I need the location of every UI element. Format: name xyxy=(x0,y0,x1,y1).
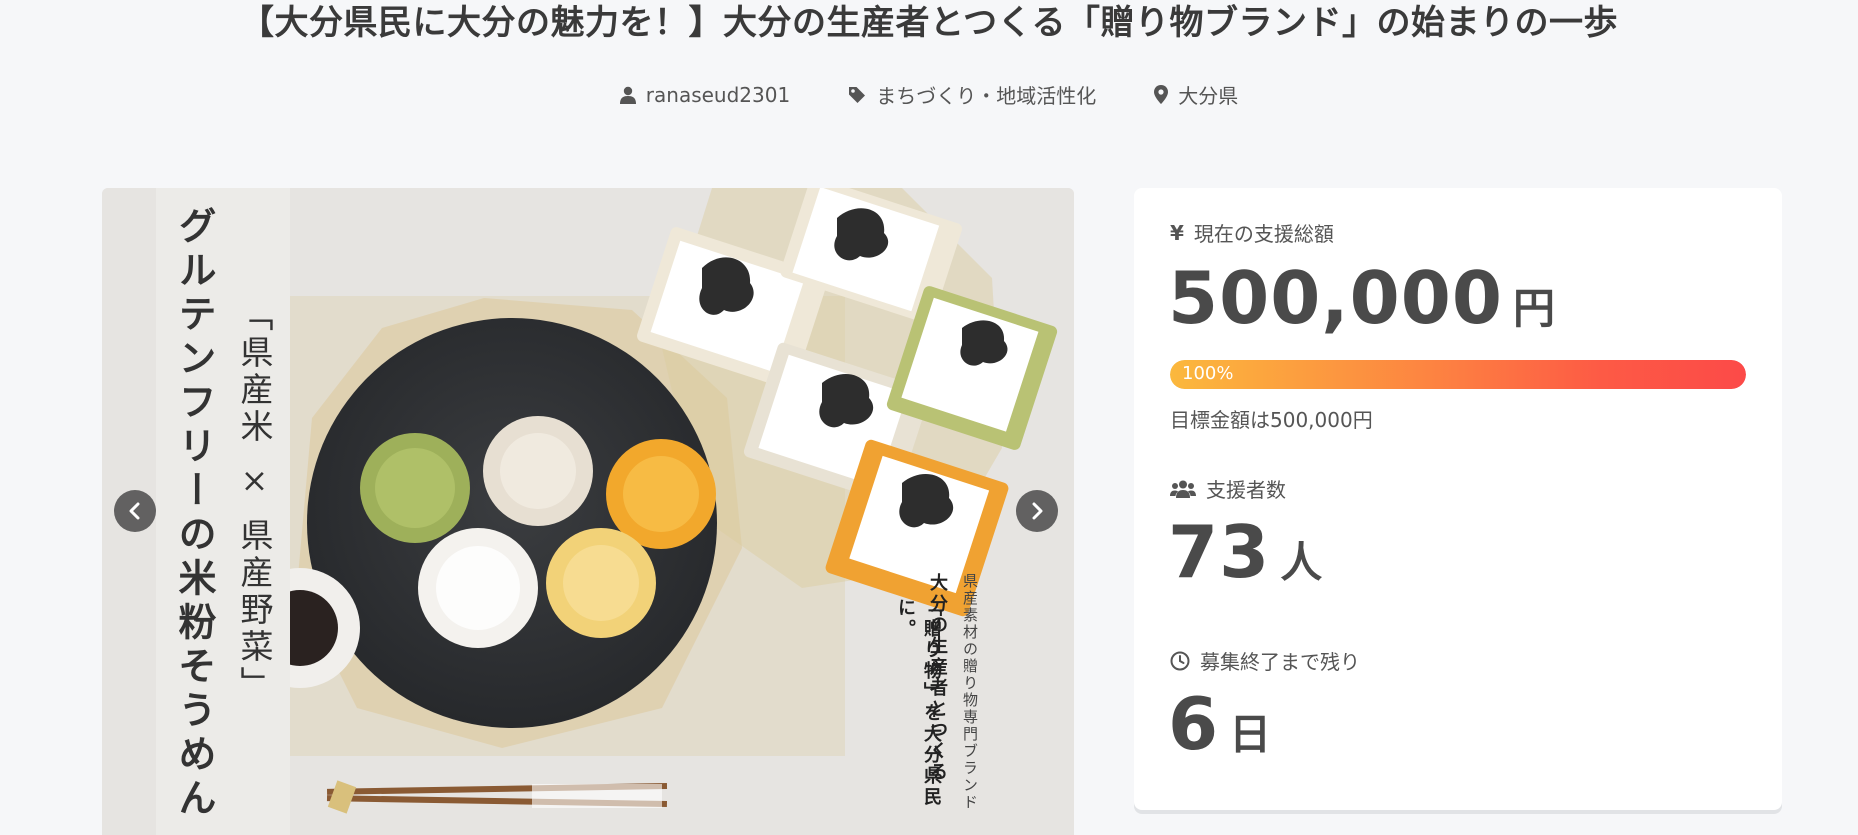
remaining-label: 募集終了まで残り xyxy=(1200,650,1360,674)
total-amount-value-row: 500,000 円 xyxy=(1168,256,1555,340)
remaining-label-row: 募集終了まで残り xyxy=(1170,646,1360,675)
total-amount-label: 現在の支援総額 xyxy=(1193,222,1334,246)
carousel-prev-button[interactable] xyxy=(114,490,156,532)
chevron-right-icon xyxy=(1032,502,1043,520)
backers-unit: 人 xyxy=(1280,538,1323,587)
total-amount-label-row: ¥ 現在の支援総額 xyxy=(1170,218,1334,247)
funding-progress-bar: 100% xyxy=(1170,360,1746,389)
location-name: 大分県 xyxy=(1178,84,1239,108)
remaining-unit: 日 xyxy=(1229,710,1272,759)
image-title-text: グルテンフリーの米粉そうめん xyxy=(172,206,217,822)
user-icon xyxy=(619,86,636,104)
funding-progress-fill xyxy=(1170,360,1746,389)
total-amount-unit: 円 xyxy=(1512,284,1555,333)
author-name: ranaseud2301 xyxy=(645,82,791,107)
clock-icon xyxy=(1170,651,1190,670)
yen-icon: ¥ xyxy=(1170,220,1184,245)
location-link[interactable]: 大分県 xyxy=(1154,80,1238,109)
funding-progress-text: 100% xyxy=(1182,363,1234,384)
tag-icon xyxy=(849,86,866,103)
image-subtitle-text: 「県産米 × 県産野菜」 xyxy=(235,298,274,703)
carousel-next-button[interactable] xyxy=(1016,490,1058,532)
chevron-left-icon xyxy=(129,502,140,520)
author-link[interactable]: ranaseud2301 xyxy=(619,80,791,109)
backers-label-row: 支援者数 xyxy=(1170,474,1286,503)
total-amount-value: 500,000 xyxy=(1168,256,1503,340)
image-brand-tag: 県産素材の贈り物専門ブランド xyxy=(961,573,979,811)
page-title: 【大分県民に大分の魅力を！】大分の生産者とつくる「贈り物ブランド」の始まりの一歩 xyxy=(240,3,1618,43)
project-image-carousel[interactable]: グルテンフリーの米粉そうめん 「県産米 × 県産野菜」 県産素材の贈り物専門ブラ… xyxy=(102,188,1074,835)
users-icon xyxy=(1170,480,1196,498)
project-meta: ranaseud2301 まちづくり・地域活性化 大分県 xyxy=(0,80,1858,109)
funding-stats-card: ¥ 現在の支援総額 500,000 円 100% 目標金額は500,000円 支… xyxy=(1134,188,1782,810)
remaining-value-row: 6 日 xyxy=(1168,682,1271,766)
location-pin-icon xyxy=(1154,85,1169,104)
backers-label: 支援者数 xyxy=(1206,478,1286,502)
backers-value: 73 xyxy=(1168,510,1271,594)
remaining-value: 6 xyxy=(1168,682,1220,766)
category-name: まちづくり・地域活性化 xyxy=(876,84,1097,108)
goal-amount-text: 目標金額は500,000円 xyxy=(1170,408,1373,432)
backers-value-row: 73 人 xyxy=(1168,510,1322,594)
image-copy-line2: 「贈り物」を大分県民に。 xyxy=(895,598,942,808)
category-link[interactable]: まちづくり・地域活性化 xyxy=(848,80,1096,109)
